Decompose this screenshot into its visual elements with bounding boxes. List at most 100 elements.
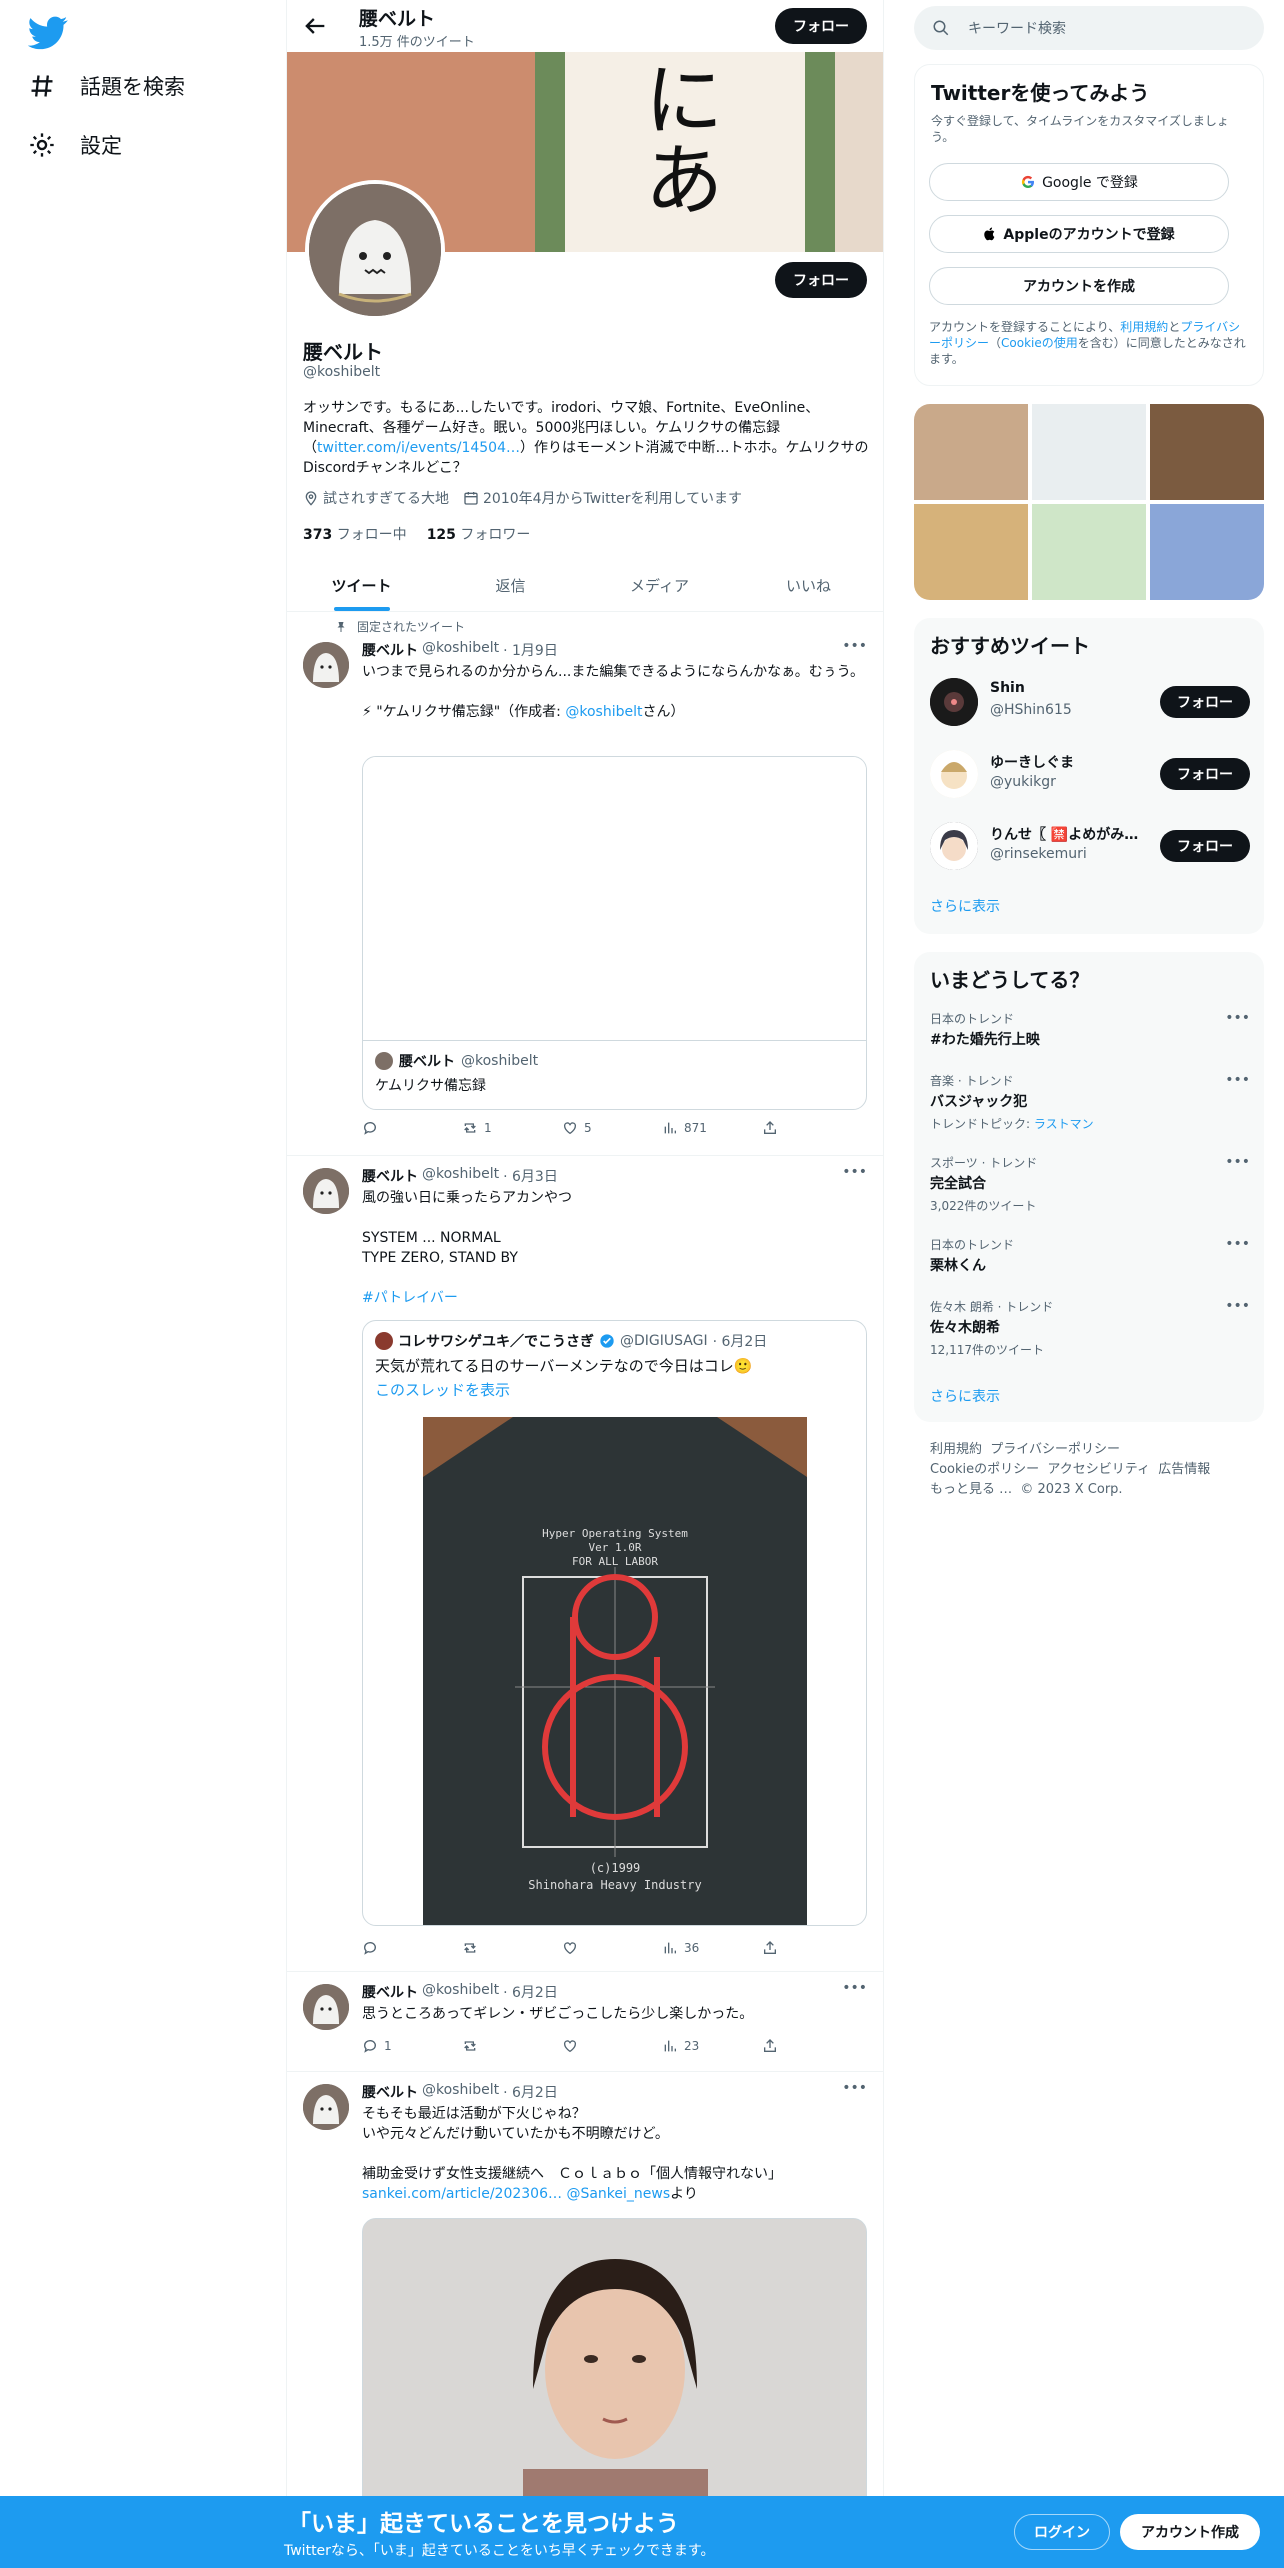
- tab-media[interactable]: メディア: [585, 560, 734, 611]
- retweet-button[interactable]: [462, 1940, 542, 1956]
- recommended-user[interactable]: ゆーきしぐま @yukikgr フォロー: [930, 744, 1250, 804]
- trend-item[interactable]: 日本のトレンド 栗林くん •••: [930, 1236, 1250, 1275]
- media-thumb[interactable]: [914, 404, 1028, 500]
- more-icon[interactable]: •••: [1225, 1072, 1250, 1088]
- nav-settings[interactable]: 設定: [28, 125, 122, 165]
- like-button[interactable]: [562, 2038, 642, 2054]
- views-button[interactable]: 871: [662, 1120, 742, 1136]
- tweet-date[interactable]: · 6月3日: [503, 1166, 558, 1186]
- header-follow-button[interactable]: フォロー: [775, 8, 867, 44]
- article-link[interactable]: sankei.com/article/202306…: [362, 2186, 562, 2202]
- share-button[interactable]: [762, 2038, 782, 2054]
- more-icon[interactable]: •••: [1225, 1154, 1250, 1170]
- nav-explore[interactable]: 話題を検索: [28, 66, 185, 106]
- hashtag-link[interactable]: #パトレイバー: [362, 1288, 867, 1308]
- trend-item[interactable]: 日本のトレンド #わた婚先行上映 •••: [930, 1010, 1250, 1049]
- footer-link[interactable]: 利用規約: [930, 1442, 982, 1457]
- more-icon[interactable]: •••: [1225, 1236, 1250, 1252]
- apple-signup-button[interactable]: Appleのアカウントで登録: [929, 215, 1229, 253]
- recommended-user[interactable]: りんせ〖 🈲よめがみ… @rinsekemuri フォロー: [930, 816, 1250, 876]
- article-card[interactable]: [362, 2218, 867, 2518]
- follow-button[interactable]: フォロー: [1160, 830, 1250, 862]
- back-arrow-icon[interactable]: [301, 12, 329, 40]
- more-icon[interactable]: •••: [842, 638, 867, 654]
- media-thumb[interactable]: [1032, 404, 1146, 500]
- share-button[interactable]: [762, 1120, 782, 1136]
- views-button[interactable]: 23: [662, 2038, 742, 2054]
- more-icon[interactable]: •••: [1225, 1010, 1250, 1026]
- recommended-user[interactable]: Shin @HShin615 フォロー: [930, 672, 1250, 732]
- trend-sub-link[interactable]: ラストマン: [1034, 1117, 1094, 1131]
- tab-likes[interactable]: いいね: [734, 560, 883, 611]
- tab-replies[interactable]: 返信: [436, 560, 585, 611]
- share-button[interactable]: [762, 1940, 782, 1956]
- trend-item[interactable]: 佐々木 朗希 · トレンド 佐々木朗希 12,117件のツイート •••: [930, 1298, 1250, 1358]
- following-link[interactable]: 373 フォロー中: [303, 524, 407, 544]
- tweet-patlabor[interactable]: 腰ベルト @koshibelt · 6月3日 ••• 風の強い日に乗ったらアカン…: [287, 1156, 883, 1972]
- tweet-handle[interactable]: @koshibelt: [422, 1982, 499, 2002]
- tweet-author[interactable]: 腰ベルト: [362, 640, 418, 660]
- reply-button[interactable]: [362, 1120, 442, 1136]
- bio-link[interactable]: twitter.com/i/events/14504…: [317, 440, 520, 456]
- tweet-colabo[interactable]: 腰ベルト @koshibelt · 6月2日 ••• そもそも最近は活動が下火じ…: [287, 2072, 883, 2518]
- views-button[interactable]: 36: [662, 1940, 742, 1956]
- moment-card[interactable]: 腰ベルト @koshibelt ケムリクサ備忘録: [362, 756, 867, 1110]
- tweet-avatar[interactable]: [303, 1168, 349, 1214]
- mention-link[interactable]: @koshibelt: [565, 704, 642, 720]
- tweet-date[interactable]: · 1月9日: [503, 640, 558, 660]
- create-account-button[interactable]: アカウントを作成: [929, 267, 1229, 305]
- tab-tweets[interactable]: ツイート: [287, 560, 436, 611]
- login-button[interactable]: ログイン: [1014, 2514, 1110, 2550]
- more-icon[interactable]: •••: [842, 1980, 867, 1996]
- tweet-gihren[interactable]: 腰ベルト @koshibelt · 6月2日 ••• 思うところあってギレン・ザ…: [287, 1972, 883, 2072]
- media-thumb[interactable]: [914, 504, 1028, 600]
- tweet-avatar[interactable]: [303, 1984, 349, 2030]
- profile-follow-button[interactable]: フォロー: [775, 262, 867, 298]
- more-icon[interactable]: •••: [842, 2080, 867, 2096]
- tweet-date[interactable]: · 6月2日: [503, 2082, 558, 2102]
- signup-button[interactable]: アカウント作成: [1120, 2514, 1260, 2550]
- reply-button[interactable]: [362, 1940, 442, 1956]
- search-input[interactable]: キーワード検索: [968, 18, 1066, 38]
- tweet-author[interactable]: 腰ベルト: [362, 1982, 418, 2002]
- tweet-handle[interactable]: @koshibelt: [422, 640, 499, 660]
- tweet-pinned[interactable]: 固定されたツイート 腰ベルト @koshibelt · 1月9日 ••• いつま…: [287, 612, 883, 1156]
- trend-item[interactable]: 音楽 · トレンド バスジャック犯 トレンドトピック: ラストマン •••: [930, 1072, 1250, 1132]
- show-thread-link[interactable]: このスレッドを表示: [375, 1379, 510, 1400]
- tweet-author[interactable]: 腰ベルト: [362, 2082, 418, 2102]
- recommended-show-more[interactable]: さらに表示: [930, 896, 1000, 916]
- footer-link[interactable]: 広告情報: [1158, 1462, 1210, 1477]
- tweet-date[interactable]: · 6月2日: [503, 1982, 558, 2002]
- tweet-avatar[interactable]: [303, 642, 349, 688]
- footer-more-link[interactable]: もっと見る …: [930, 1482, 1012, 1497]
- media-thumb[interactable]: [1032, 504, 1146, 600]
- twitter-bird-icon[interactable]: [28, 12, 68, 52]
- search-box[interactable]: キーワード検索: [914, 6, 1264, 50]
- tweet-handle[interactable]: @koshibelt: [422, 1166, 499, 1186]
- follow-button[interactable]: フォロー: [1160, 758, 1250, 790]
- profile-avatar[interactable]: [305, 180, 445, 320]
- more-icon[interactable]: •••: [842, 1164, 867, 1180]
- reply-button[interactable]: 1: [362, 2038, 442, 2054]
- tweet-avatar[interactable]: [303, 2084, 349, 2130]
- tweet-handle[interactable]: @koshibelt: [422, 2082, 499, 2102]
- more-icon[interactable]: •••: [1225, 1298, 1250, 1314]
- media-thumb[interactable]: [1150, 504, 1264, 600]
- retweet-button[interactable]: [462, 2038, 542, 2054]
- like-button[interactable]: 5: [562, 1120, 642, 1136]
- follow-button[interactable]: フォロー: [1160, 686, 1250, 718]
- footer-link[interactable]: Cookieのポリシー: [930, 1462, 1039, 1477]
- media-thumb[interactable]: [1150, 404, 1264, 500]
- quote-photo[interactable]: Hyper Operating System Ver 1.0R FOR ALL …: [423, 1417, 807, 1925]
- quote-tweet[interactable]: コレサワシゲユキ／でこうさぎ @DIGIUSAGI · 6月2日 天気が荒れてる…: [362, 1320, 867, 1926]
- footer-link[interactable]: プライバシーポリシー: [990, 1442, 1120, 1457]
- trend-item[interactable]: スポーツ · トレンド 完全試合 3,022件のツイート •••: [930, 1154, 1250, 1214]
- trends-show-more[interactable]: さらに表示: [930, 1386, 1000, 1406]
- retweet-button[interactable]: 1: [462, 1120, 542, 1136]
- like-button[interactable]: [562, 1940, 642, 1956]
- footer-link[interactable]: アクセシビリティ: [1047, 1462, 1150, 1477]
- mention-link[interactable]: @Sankei_news: [566, 2186, 670, 2202]
- tweet-author[interactable]: 腰ベルト: [362, 1166, 418, 1186]
- followers-link[interactable]: 125 フォロワー: [427, 524, 531, 544]
- google-signup-button[interactable]: Google で登録: [929, 163, 1229, 201]
